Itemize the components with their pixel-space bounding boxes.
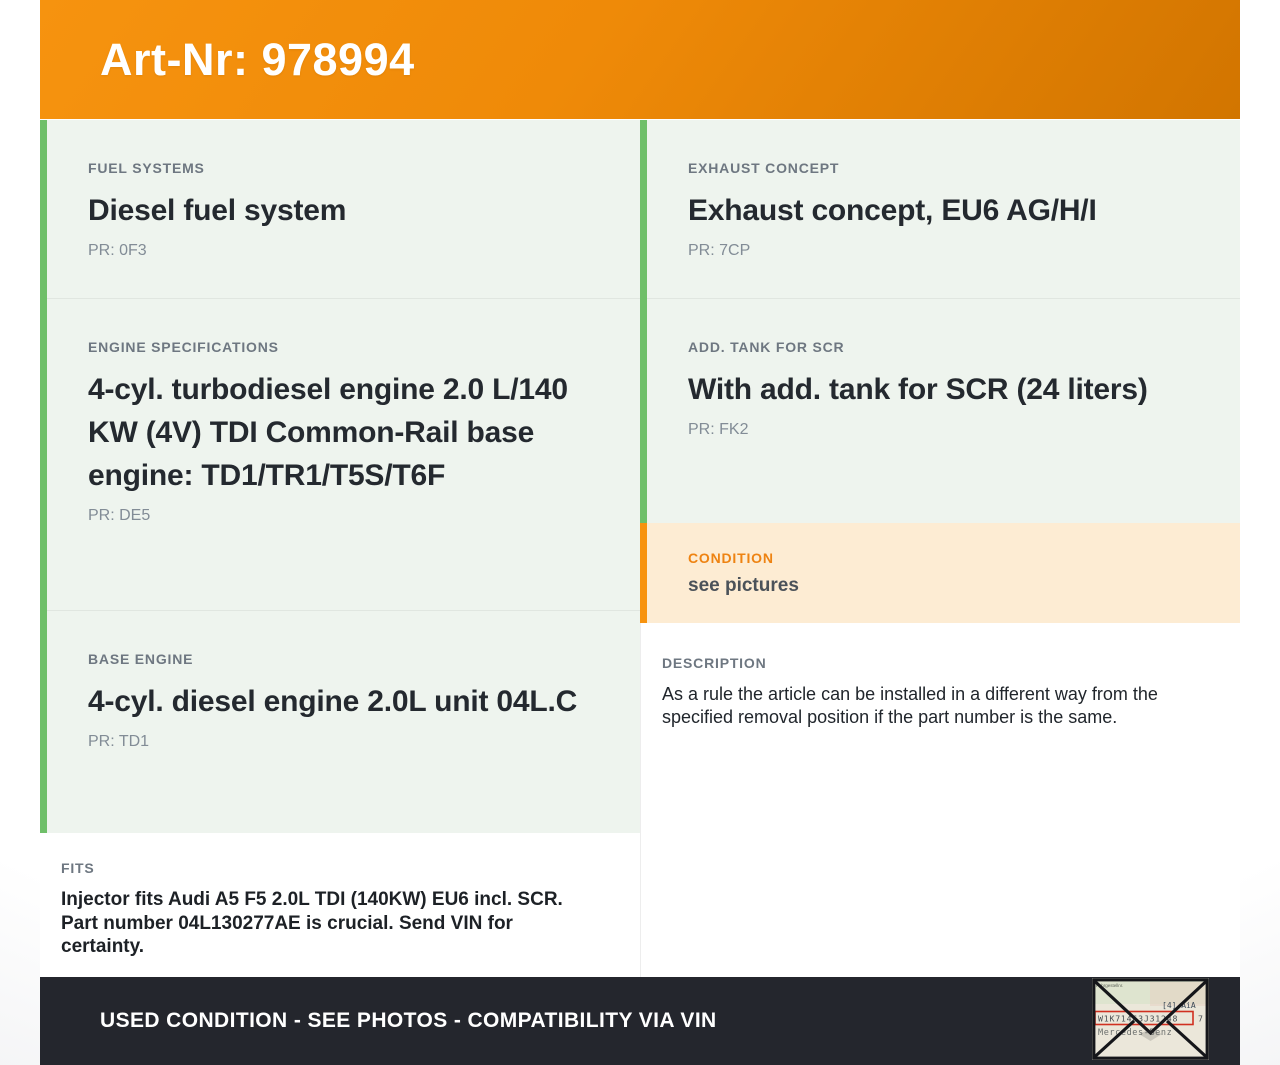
right-column: EXHAUST CONCEPT Exhaust concept, EU6 AG/… <box>640 120 1240 977</box>
spec-card-add-tank-scr: ADD. TANK FOR SCR With add. tank for SCR… <box>647 299 1240 523</box>
condition-label: CONDITION <box>688 550 774 566</box>
spec-label: BASE ENGINE <box>88 651 194 667</box>
pr-code: PR: TD1 <box>88 733 150 750</box>
spec-label: FUEL SYSTEMS <box>88 160 205 176</box>
spec-label: EXHAUST CONCEPT <box>688 160 840 176</box>
spec-card-engine-specifications: ENGINE SPECIFICATIONS 4-cyl. turbodiesel… <box>47 299 640 611</box>
article-number-title: Art-Nr: 978994 <box>100 33 415 85</box>
spec-card-group-right: EXHAUST CONCEPT Exhaust concept, EU6 AG/… <box>640 120 1240 523</box>
spec-label: ADD. TANK FOR SCR <box>688 339 845 355</box>
spec-title: 4-cyl. diesel engine 2.0L unit 04L.C <box>88 685 578 718</box>
fits-text: Injector fits Audi A5 F5 2.0L TDI (140KW… <box>61 889 563 957</box>
description-label: DESCRIPTION <box>662 655 767 671</box>
condition-value: see pictures <box>688 575 799 596</box>
spec-title: Diesel fuel system <box>88 194 347 227</box>
listing-page: Art-Nr: 978994 FUEL SYSTEMS Diesel fuel … <box>40 0 1240 1065</box>
pr-code: PR: DE5 <box>88 507 151 524</box>
left-column: FUEL SYSTEMS Diesel fuel system PR: 0F3 … <box>40 120 640 977</box>
header-banner: Art-Nr: 978994 <box>40 0 1240 119</box>
footer-bar: USED CONDITION - SEE PHOTOS - COMPATIBIL… <box>40 977 1240 1065</box>
fits-label: FITS <box>61 860 95 876</box>
spec-title: With add. tank for SCR (24 liters) <box>688 373 1148 406</box>
spec-card-base-engine: BASE ENGINE 4-cyl. diesel engine 2.0L un… <box>47 611 640 833</box>
spec-card-group-left: FUEL SYSTEMS Diesel fuel system PR: 0F3 … <box>40 120 640 833</box>
spec-card-fuel-systems: FUEL SYSTEMS Diesel fuel system PR: 0F3 <box>47 120 640 299</box>
vin-suffix: 7 <box>1198 1014 1203 1024</box>
spec-title: Exhaust concept, EU6 AG/H/I <box>688 194 1097 227</box>
brand-text: Mercedes-Benz <box>1098 1028 1172 1038</box>
description-text: As a rule the article can be installed i… <box>662 684 1158 727</box>
content-area: FUEL SYSTEMS Diesel fuel system PR: 0F3 … <box>40 120 1240 977</box>
pr-code: PR: FK2 <box>688 421 749 438</box>
footer-text: USED CONDITION - SEE PHOTOS - COMPATIBIL… <box>100 1009 717 1032</box>
condition-section: CONDITION see pictures <box>640 523 1240 623</box>
vin-document-envelope-image: Fahrgestellnr. [4] AiA W1K71463J31248 7 … <box>1092 978 1209 1060</box>
description-section: DESCRIPTION As a rule the article can be… <box>640 623 1240 977</box>
fits-section: FITS Injector fits Audi A5 F5 2.0L TDI (… <box>40 836 640 977</box>
spec-card-exhaust-concept: EXHAUST CONCEPT Exhaust concept, EU6 AG/… <box>647 120 1240 299</box>
pr-code: PR: 0F3 <box>88 242 147 259</box>
spec-title: 4-cyl. turbodiesel engine 2.0 L/140 KW (… <box>88 373 568 492</box>
pr-code: PR: 7CP <box>688 242 751 259</box>
spec-label: ENGINE SPECIFICATIONS <box>88 339 279 355</box>
